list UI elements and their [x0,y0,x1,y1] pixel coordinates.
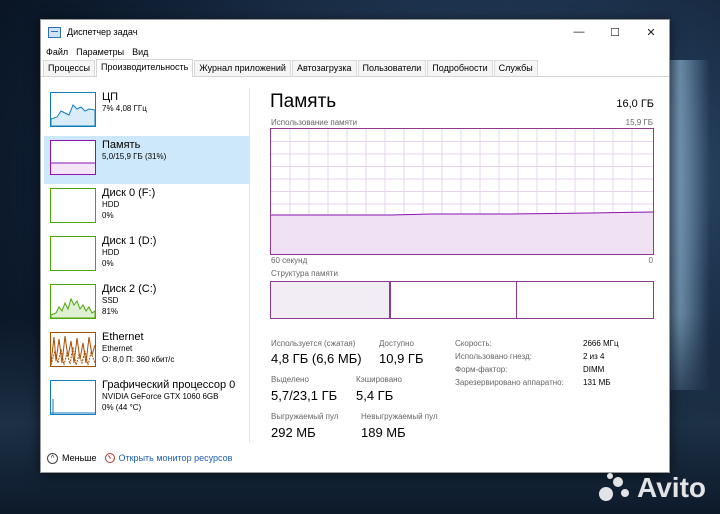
speed-label: Скорость: [455,339,492,348]
menu-bar: Файл Параметры Вид [41,44,669,60]
sidebar-sub-cpu: 7% 4,08 ГГц [102,104,147,113]
resource-monitor-icon [104,453,115,463]
structure-label: Структура памяти [271,269,338,278]
tab-services[interactable]: Службы [493,60,538,76]
sidebar-item-ethernet[interactable]: Ethernet Ethernet О: 8,0 П: 360 кбит/с [44,328,249,376]
chevron-up-icon[interactable]: ^ [47,452,58,464]
tab-processes[interactable]: Процессы [43,60,96,76]
sidebar-model-gpu0: NVIDIA GeForce GTX 1060 6GB [102,392,219,401]
form-factor-label: Форм-фактор: [455,365,508,374]
speed-value: 2666 МГц [583,339,619,348]
sidebar-item-disk1[interactable]: Диск 1 (D:) HDD 0% [44,232,249,280]
sidebar-usage-disk0: 0% [102,211,114,220]
sidebar-label-disk2: Диск 2 (C:) [102,283,157,295]
sidebar-type-disk0: HDD [102,200,120,209]
usage-graph-max: 15,9 ГБ [625,118,653,127]
slots-value: 2 из 4 [583,352,605,361]
tab-details[interactable]: Подробности [427,60,493,76]
form-factor-value: DIMM [583,365,605,374]
page-title: Память [270,91,337,112]
sidebar-usage-disk1: 0% [102,259,114,268]
open-resource-monitor-link[interactable]: Открыть монитор ресурсов [119,453,233,463]
sidebar-usage-gpu0: 0% (44 °C) [102,403,142,412]
structure-free [517,282,653,318]
paged-pool-value: 292 МБ [271,425,316,440]
structure-standby [391,282,517,318]
cached-label: Кэшировано [356,375,403,384]
slots-label: Использовано гнезд: [455,352,532,361]
sidebar-label-disk1: Диск 1 (D:) [102,235,157,247]
tab-app-history[interactable]: Журнал приложений [194,60,291,76]
in-use-value: 4,8 ГБ (6,6 МБ) [271,351,362,366]
disk2-mini-graph [50,284,96,319]
footer-bar: ^ Меньше Открыть монитор ресурсов [41,444,669,472]
sidebar-label-memory: Память [102,139,141,151]
tab-performance[interactable]: Производительность [96,59,194,77]
menu-file[interactable]: Файл [46,47,68,57]
task-manager-app-icon [48,26,61,38]
cpu-mini-graph [50,92,96,127]
sidebar-label-ethernet: Ethernet [102,331,144,343]
memory-usage-graph [270,128,654,255]
minimize-button[interactable]: — [561,20,597,44]
sidebar-label-disk0: Диск 0 (F:) [102,187,156,199]
sidebar-type-disk1: HDD [102,248,120,257]
sidebar-item-disk0[interactable]: Диск 0 (F:) HDD 0% [44,184,249,232]
in-use-label: Используется (сжатая) [271,339,356,348]
cached-value: 5,4 ГБ [356,388,394,403]
avito-watermark-text: Avito [637,472,706,503]
sidebar-type-disk2: SSD [102,296,119,305]
sidebar-sub-memory: 5,0/15,9 ГБ (31%) [102,152,167,161]
sidebar-item-gpu0[interactable]: Графический процессор 0 NVIDIA GeForce G… [44,376,249,424]
sidebar-item-disk2[interactable]: Диск 2 (C:) SSD 81% [44,280,249,328]
task-manager-window: Диспетчер задач — ☐ ✕ Файл Параметры Вид… [40,19,670,473]
available-value: 10,9 ГБ [379,351,424,366]
menu-options[interactable]: Параметры [76,47,124,57]
paged-pool-label: Выгружаемый пул [271,412,339,421]
avito-watermark: Avito [599,472,706,504]
fewer-details-link[interactable]: Меньше [62,453,97,463]
sidebar-type-ethernet: Ethernet [102,344,133,353]
title-bar[interactable]: Диспетчер задач — ☐ ✕ [41,20,669,44]
nonpaged-pool-value: 189 МБ [361,425,406,440]
graph-axis-left: 60 секунд [271,256,308,265]
sidebar-item-cpu[interactable]: ЦП 7% 4,08 ГГц [44,88,249,136]
available-label: Доступно [379,339,414,348]
reserved-label: Зарезервировано аппаратно: [455,378,564,387]
ethernet-mini-graph [50,332,96,367]
tab-startup[interactable]: Автозагрузка [291,60,357,76]
sidebar-usage-disk2: 81% [102,307,119,316]
sidebar-label-cpu: ЦП [102,91,119,103]
window-title: Диспетчер задач [67,27,138,37]
graph-axis-right: 0 [648,256,653,265]
memory-mini-graph [50,140,96,175]
avito-logo-icon [599,473,633,503]
memory-structure-bar [270,281,654,319]
close-button[interactable]: ✕ [633,20,669,44]
sidebar-usage-ethernet: О: 8,0 П: 360 кбит/с [102,355,175,364]
committed-value: 5,7/23,1 ГБ [271,388,338,403]
disk0-mini-graph [50,188,96,223]
disk1-mini-graph [50,236,96,271]
performance-sidebar: ЦП 7% 4,08 ГГц Память 5,0/15,9 ГБ (31%) … [44,88,250,443]
structure-in-use [271,282,390,318]
nonpaged-pool-label: Невыгружаемый пул [361,412,438,421]
tab-users[interactable]: Пользователи [357,60,427,76]
gpu-mini-graph [50,380,96,415]
sidebar-item-memory[interactable]: Память 5,0/15,9 ГБ (31%) [44,136,249,184]
committed-label: Выделено [271,375,309,384]
tab-bar: Процессы Производительность Журнал прило… [41,59,669,77]
sidebar-label-gpu0: Графический процессор 0 [102,379,236,391]
menu-view[interactable]: Вид [132,47,148,57]
memory-details-panel: Память 16,0 ГБ Использование памяти 15,9… [270,88,654,443]
maximize-button[interactable]: ☐ [597,20,633,44]
reserved-value: 131 МБ [583,378,611,387]
usage-graph-label: Использование памяти [271,118,358,127]
total-memory: 16,0 ГБ [616,98,654,110]
